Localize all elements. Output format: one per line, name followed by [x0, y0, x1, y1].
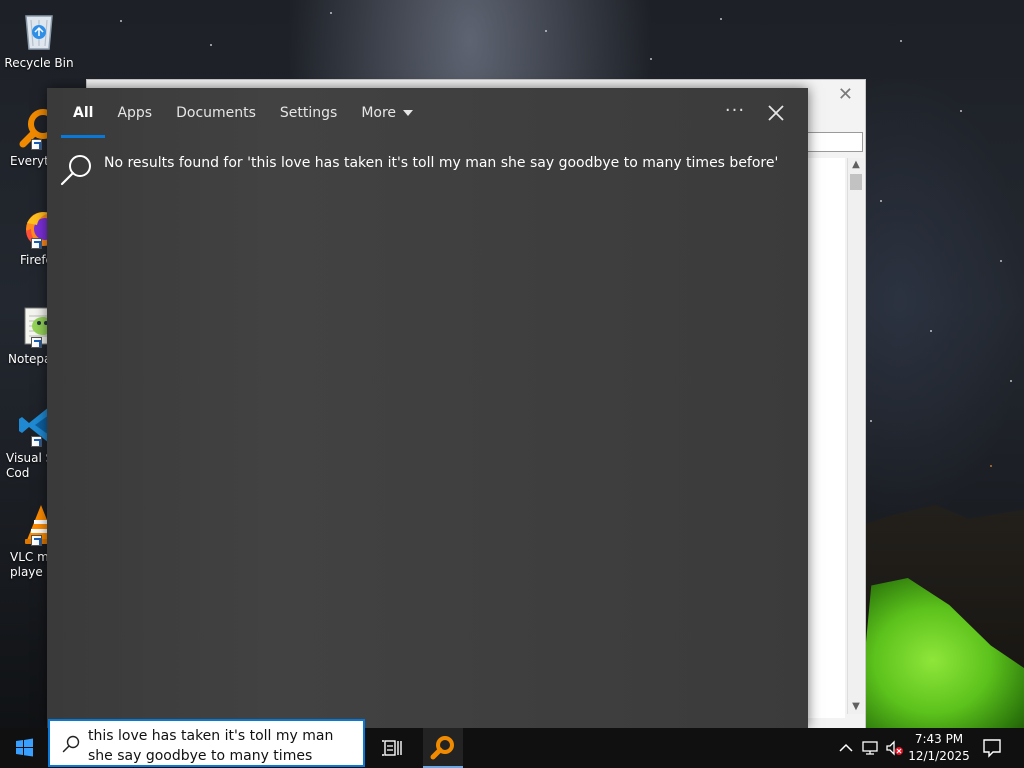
action-center-button[interactable] — [980, 736, 1004, 760]
task-view-button[interactable] — [374, 728, 410, 768]
taskbar-search-box[interactable]: this love has taken it's toll my man she… — [48, 719, 365, 768]
search-input[interactable]: this love has taken it's toll my man she… — [88, 726, 358, 768]
tab-label: Settings — [279, 105, 338, 121]
shortcut-arrow-icon — [31, 436, 42, 447]
tab-label: Documents — [176, 105, 256, 121]
search-tabs: All Apps Documents Settings More — [61, 88, 425, 138]
network-button[interactable] — [860, 738, 880, 758]
task-view-icon — [382, 740, 402, 756]
tab-documents[interactable]: Documents — [164, 88, 268, 138]
search-query-text: this love has taken it's toll my man she… — [88, 728, 334, 764]
everything-search-icon — [430, 736, 454, 760]
shortcut-arrow-icon — [31, 535, 42, 546]
tab-settings[interactable]: Settings — [268, 88, 349, 138]
search-icon — [62, 735, 80, 753]
desktop-icon-label: Recycle Bin — [4, 56, 74, 70]
clock-date: 12/1/2025 — [908, 749, 970, 763]
volume-muted-icon — [886, 740, 903, 756]
start-button[interactable] — [0, 728, 48, 768]
close-icon[interactable]: ✕ — [838, 84, 853, 105]
clock-time: 7:43 PM — [914, 732, 964, 746]
background-window-field[interactable] — [805, 132, 863, 152]
search-panel: All Apps Documents Settings More ··· No … — [47, 88, 808, 728]
close-icon — [768, 105, 784, 121]
no-results-message: No results found for 'this love has take… — [104, 155, 779, 171]
scroll-up-icon[interactable]: ▲ — [848, 158, 864, 172]
tab-label: More — [361, 105, 397, 121]
chevron-down-icon — [403, 110, 414, 116]
shortcut-arrow-icon — [31, 238, 42, 249]
background-window-content — [805, 158, 845, 718]
windows-logo-icon — [16, 738, 33, 757]
notification-icon — [983, 739, 1001, 758]
network-icon — [862, 741, 878, 755]
scroll-down-icon[interactable]: ▼ — [848, 700, 864, 714]
tab-apps[interactable]: Apps — [105, 88, 164, 138]
close-search-button[interactable] — [763, 100, 789, 126]
taskbar-app-everything[interactable] — [423, 728, 463, 768]
scrollbar-thumb[interactable] — [850, 174, 862, 190]
tab-label: All — [73, 105, 94, 121]
tab-all[interactable]: All — [61, 88, 106, 138]
recycle-bin-icon — [17, 8, 61, 52]
show-hidden-icons-button[interactable] — [836, 738, 856, 758]
chevron-up-icon — [839, 743, 853, 752]
desktop-icon-recycle-bin[interactable]: Recycle Bin — [0, 8, 78, 71]
shortcut-arrow-icon — [31, 337, 42, 348]
more-options-button[interactable]: ··· — [723, 100, 747, 124]
volume-button[interactable] — [884, 738, 904, 758]
tab-label: Apps — [117, 105, 153, 121]
taskbar-clock[interactable]: 7:43 PM 12/1/2025 — [902, 731, 976, 765]
scrollbar[interactable]: ▲ ▼ — [847, 158, 864, 714]
taskbar: this love has taken it's toll my man she… — [0, 719, 1024, 768]
tab-more[interactable]: More — [349, 88, 425, 138]
shortcut-arrow-icon — [31, 139, 42, 150]
search-icon — [59, 152, 95, 188]
desktop: ✕ ▲ ▼ Recycle Bin Everyth Firefo Notepa … — [0, 0, 1024, 768]
